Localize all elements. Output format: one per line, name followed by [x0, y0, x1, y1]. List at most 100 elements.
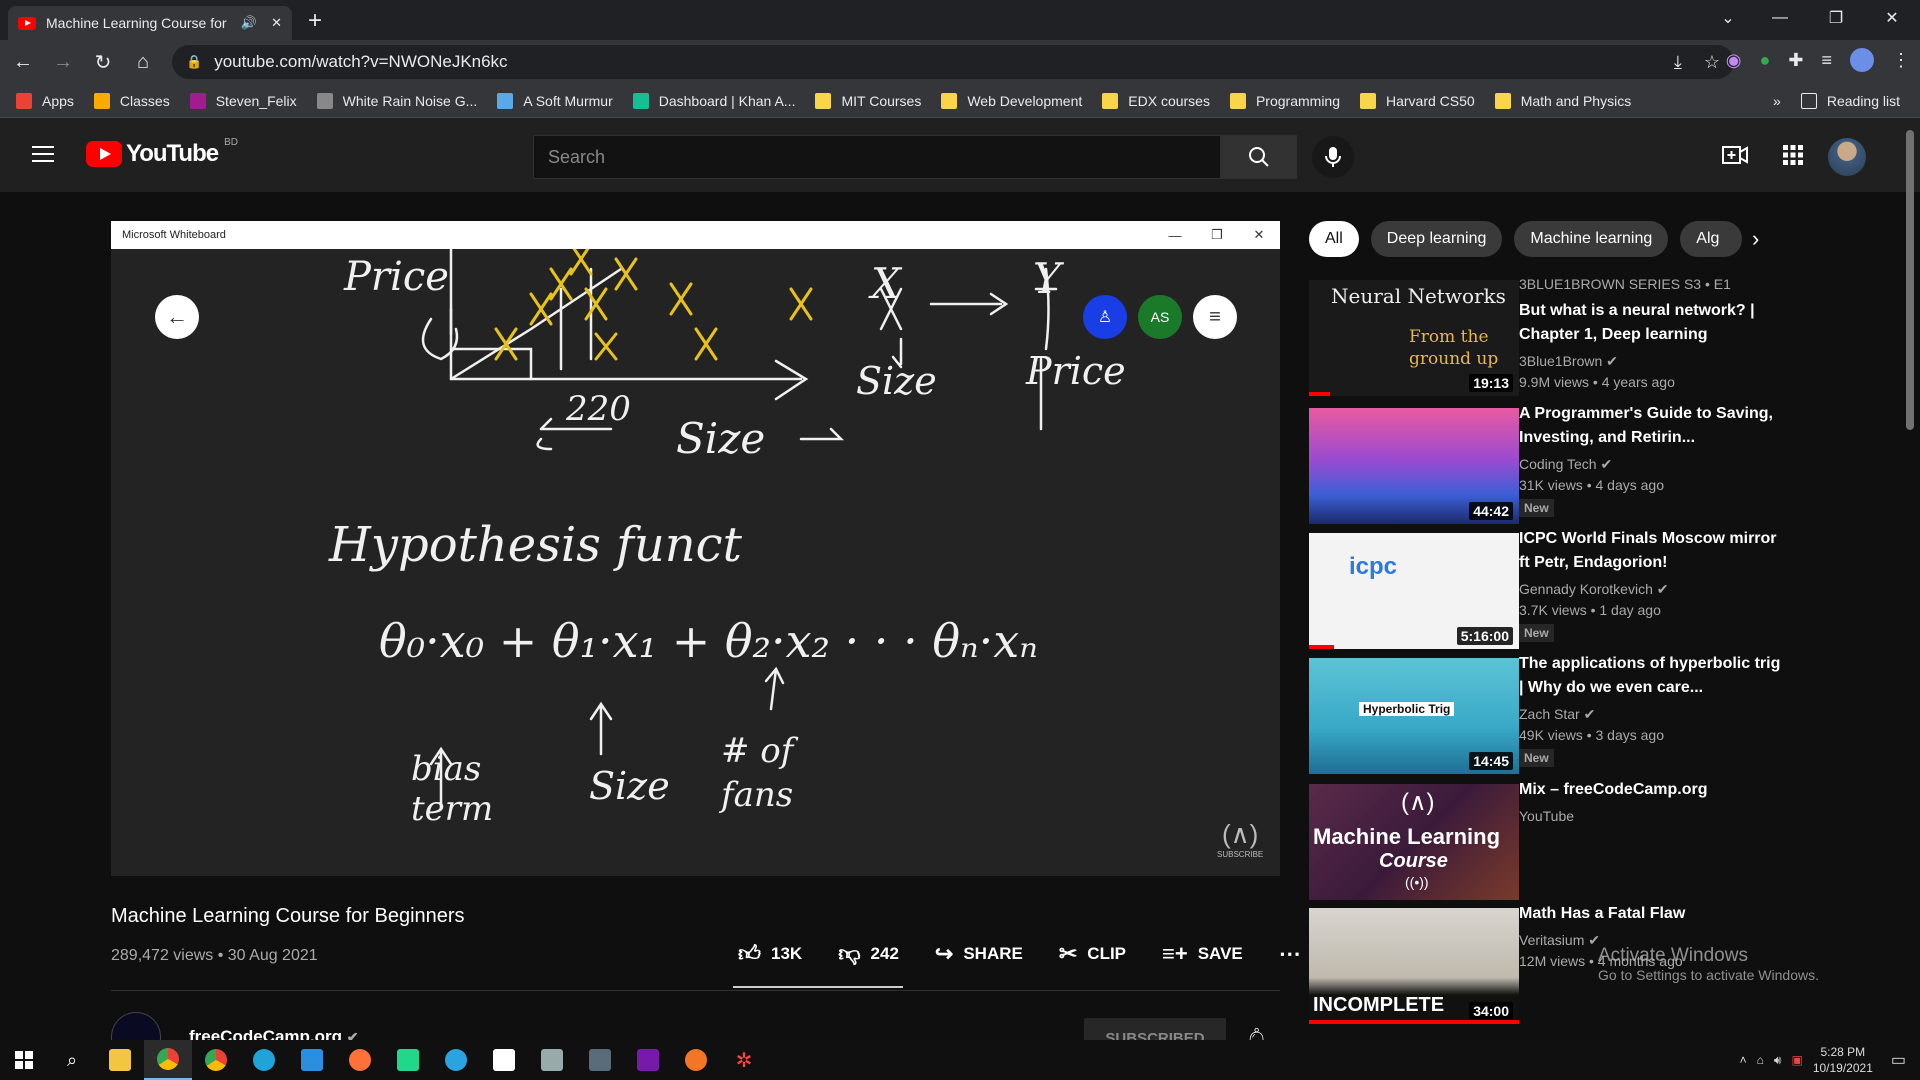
- filter-chip[interactable]: Deep learning: [1370, 221, 1503, 257]
- filter-chip[interactable]: All: [1309, 221, 1359, 257]
- filter-chip[interactable]: Machine learning: [1514, 221, 1669, 257]
- video-thumbnail[interactable]: Machine Learning Course (∧) ((•)): [1309, 784, 1519, 900]
- extension-icon[interactable]: ◉: [1726, 50, 1742, 71]
- page-scrollbar[interactable]: [1906, 130, 1914, 430]
- search-input[interactable]: Search: [533, 135, 1221, 179]
- save-button[interactable]: ≡+ SAVE: [1162, 941, 1243, 967]
- more-menu-icon[interactable]: ⋮: [1892, 50, 1910, 71]
- folder-icon: [1494, 92, 1511, 109]
- chrome-icon[interactable]: [144, 1040, 192, 1080]
- vscode-icon[interactable]: [288, 1040, 336, 1080]
- recommendation-info[interactable]: The applications of hyperbolic trig | Wh…: [1519, 652, 1789, 767]
- address-bar[interactable]: 🔒 youtube.com/watch?v=NWONeJKn6kc ⤓ ☆: [172, 45, 1734, 79]
- tray-chevron-icon[interactable]: ˄: [1740, 1053, 1747, 1067]
- chips-next-arrow-icon[interactable]: ›: [1752, 226, 1759, 252]
- bookmark-item[interactable]: Programming: [1229, 92, 1340, 109]
- clip-label: CLIP: [1087, 943, 1127, 963]
- restore-window-button[interactable]: ❐: [1808, 0, 1864, 36]
- lock-icon[interactable]: 🔒: [186, 54, 202, 70]
- video-player[interactable]: Microsoft Whiteboard — ❐ ✕ Price Size 22…: [111, 221, 1280, 876]
- more-actions-button[interactable]: ⋯: [1279, 941, 1301, 967]
- bookmark-item[interactable]: Apps: [16, 92, 74, 109]
- tab-search-icon[interactable]: ⌄: [1700, 0, 1756, 36]
- scissors-icon: ✂: [1058, 940, 1078, 966]
- browser-tab-active[interactable]: Machine Learning Course for 🔊 ✕: [8, 6, 292, 40]
- new-tab-button[interactable]: +: [308, 7, 322, 35]
- calculator-icon[interactable]: [576, 1040, 624, 1080]
- video-thumbnail[interactable]: Hyperbolic Trig 14:45: [1309, 658, 1519, 774]
- settings-gear-icon[interactable]: ✲: [720, 1040, 768, 1080]
- home-icon[interactable]: ⌂: [126, 45, 160, 79]
- file-explorer-icon[interactable]: [96, 1040, 144, 1080]
- reading-list-button[interactable]: Reading list: [1800, 92, 1900, 109]
- chrome-profile-icon[interactable]: [192, 1040, 240, 1080]
- language-icon[interactable]: ▣: [1791, 1053, 1802, 1067]
- create-video-icon[interactable]: [1722, 144, 1748, 166]
- notification-center-icon[interactable]: ▭: [1891, 1050, 1906, 1070]
- bookmark-star-icon[interactable]: ☆: [1704, 52, 1720, 73]
- video-thumbnail[interactable]: 44:42: [1309, 408, 1519, 524]
- recommendation-channel: YouTube: [1519, 806, 1789, 827]
- bookmark-item[interactable]: MIT Courses: [815, 92, 921, 109]
- bookmark-item[interactable]: Math and Physics: [1494, 92, 1631, 109]
- app-icon[interactable]: [528, 1040, 576, 1080]
- jupyter-icon[interactable]: [672, 1040, 720, 1080]
- recommendation-info[interactable]: 3BLUE1BROWN SERIES S3 • E1 But what is a …: [1519, 274, 1789, 393]
- bookmark-item[interactable]: Dashboard | Khan A...: [632, 92, 795, 109]
- account-avatar[interactable]: [1828, 138, 1866, 176]
- bookmark-item[interactable]: Classes: [93, 92, 170, 109]
- clock[interactable]: 5:28 PM 10/19/2021: [1813, 1044, 1873, 1076]
- channel-name: Coding Tech: [1519, 456, 1597, 472]
- bookmark-item[interactable]: White Rain Noise G...: [316, 92, 477, 109]
- volume-icon[interactable]: 🔊︎: [1774, 1053, 1782, 1068]
- bookmark-item[interactable]: Harvard CS50: [1360, 92, 1475, 109]
- reload-icon[interactable]: ↻: [86, 45, 120, 79]
- windows-start-icon[interactable]: [0, 1040, 48, 1080]
- bookmark-item[interactable]: EDX courses: [1102, 92, 1210, 109]
- notion-icon[interactable]: [480, 1040, 528, 1080]
- bookmark-item[interactable]: Web Development: [941, 92, 1082, 109]
- profile-avatar-icon[interactable]: [1850, 48, 1874, 72]
- filter-chips: All Deep learning Machine learning Alg: [1309, 221, 1743, 257]
- speaker-icon[interactable]: 🔊: [241, 15, 257, 31]
- video-thumbnail[interactable]: INCOMPLETE 34:00: [1309, 908, 1519, 1024]
- dislike-button[interactable]: 👎︎ 242: [838, 940, 899, 967]
- share-button[interactable]: ↪ SHARE: [935, 941, 1023, 967]
- clip-button[interactable]: ✂ CLIP: [1059, 941, 1126, 967]
- edge-icon[interactable]: [240, 1040, 288, 1080]
- network-icon[interactable]: ⌂: [1757, 1053, 1764, 1067]
- taskbar-search-icon[interactable]: ⌕: [48, 1040, 96, 1080]
- close-window-button[interactable]: ✕: [1864, 0, 1920, 36]
- minimize-window-button[interactable]: —: [1752, 0, 1808, 36]
- install-icon[interactable]: ⤓: [1674, 52, 1682, 73]
- recommendation-info[interactable]: ICPC World Finals Moscow mirror ft Petr,…: [1519, 527, 1789, 642]
- video-duration: 19:13: [1469, 374, 1513, 392]
- youtube-logo[interactable]: YouTube BD: [86, 137, 238, 168]
- voice-search-button[interactable]: [1312, 136, 1354, 178]
- fcc-subscribe-watermark[interactable]: (∧) SUBSCRIBE: [1217, 819, 1263, 859]
- bookmarks-overflow-button[interactable]: »: [1773, 93, 1781, 109]
- bookmark-item[interactable]: Steven_Felix: [189, 92, 297, 109]
- search-button[interactable]: [1221, 135, 1297, 179]
- recommendation-info[interactable]: Mix – freeCodeCamp.org YouTube: [1519, 778, 1789, 827]
- extension-green-icon[interactable]: ●: [1760, 50, 1771, 71]
- firefox-icon[interactable]: [336, 1040, 384, 1080]
- forward-arrow-icon[interactable]: →: [46, 45, 80, 79]
- puzzle-extensions-icon[interactable]: ✚: [1788, 50, 1803, 71]
- recommendation-info[interactable]: A Programmer's Guide to Saving, Investin…: [1519, 402, 1789, 517]
- video-thumbnail[interactable]: icpc 5:16:00: [1309, 533, 1519, 649]
- media-control-icon[interactable]: ≡: [1821, 50, 1832, 71]
- telegram-icon[interactable]: [432, 1040, 480, 1080]
- filter-chip[interactable]: Alg: [1680, 221, 1743, 257]
- video-thumbnail[interactable]: Neural Networks From the ground up 19:13: [1309, 280, 1519, 396]
- back-arrow-icon[interactable]: ←: [6, 45, 40, 79]
- like-button[interactable]: 👍︎ 13K: [738, 940, 802, 967]
- hamburger-menu-icon[interactable]: [32, 146, 54, 167]
- youtube-header: YouTube BD Search: [0, 118, 1920, 192]
- onenote-icon[interactable]: [624, 1040, 672, 1080]
- apps-grid-icon[interactable]: [1782, 144, 1804, 166]
- bookmark-item[interactable]: A Soft Murmur: [497, 92, 613, 109]
- bookmarks-bar: Apps Classes Steven_Felix White Rain Noise …: [0, 84, 1920, 118]
- pycharm-icon[interactable]: [384, 1040, 432, 1080]
- close-tab-icon[interactable]: ✕: [271, 15, 282, 31]
